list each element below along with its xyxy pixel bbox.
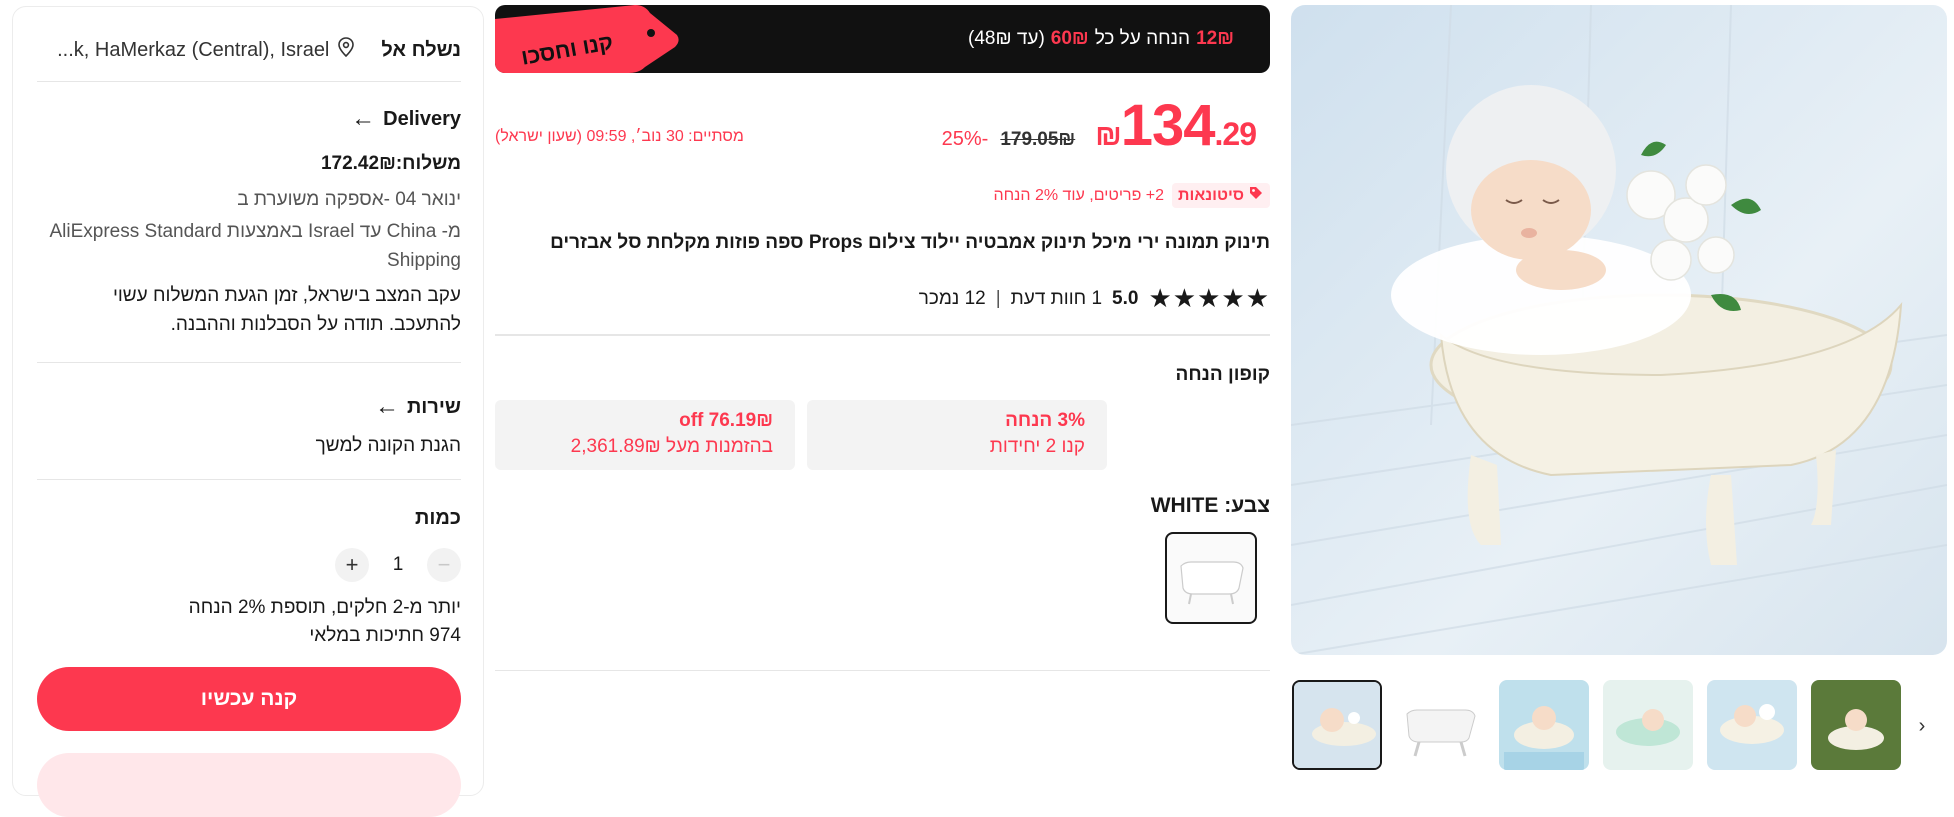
- quantity-label: כמות: [415, 507, 461, 529]
- price-whole: 134: [1120, 93, 1216, 158]
- coupon-card[interactable]: 76.19₪ off בהזמנות מעל 2,361.89₪: [495, 400, 795, 470]
- current-price: ₪134.29: [1087, 92, 1257, 159]
- divider: [37, 81, 461, 82]
- color-swatch-white[interactable]: [1165, 532, 1257, 624]
- coupon-value: 76.19₪ off: [679, 410, 773, 431]
- wholesale-row: סיטונאות 2+ פריטים, עוד 2% הנחה: [993, 183, 1270, 208]
- arrow-left-icon: ←: [351, 105, 376, 132]
- thumbnail-strip: [1291, 680, 1954, 772]
- promo-tag-icon: קנו וחסכו: [495, 5, 679, 73]
- thumbnail[interactable]: [1811, 680, 1901, 770]
- product-title: תינוק תמונה ירי מיכל תינוק אמבטיה יילוד …: [550, 232, 1270, 253]
- price-decimal: .29: [1214, 116, 1257, 152]
- service-title: שירות: [406, 395, 461, 418]
- original-price: 179.05₪: [1000, 129, 1076, 150]
- add-to-cart-button[interactable]: [37, 753, 461, 817]
- divider: [37, 362, 461, 363]
- coupon-card[interactable]: 3% הנחה קנו 2 יחידות: [807, 400, 1107, 470]
- thumbnail[interactable]: [1499, 680, 1589, 770]
- coupon-value: 3% הנחה: [1005, 410, 1085, 431]
- rating-row[interactable]: ★★★★★ 5.0 1 חוות דעת | 12 נמכר: [919, 283, 1270, 314]
- location-pin-icon: [337, 37, 355, 63]
- thumbnail-image: [1811, 680, 1901, 770]
- product-info: קנו וחסכו 12₪ הנחה על כל 60₪ (עד 48₪) ₪1…: [495, 0, 1270, 773]
- stock-count: 974 חתיכות במלאי: [309, 625, 461, 646]
- coupon-condition: קנו 2 יחידות: [989, 436, 1085, 457]
- service-header[interactable]: ← שירות: [37, 395, 461, 419]
- ship-to-label: נשלח אל: [381, 38, 461, 61]
- quantity-title: כמות: [37, 507, 461, 530]
- purchase-panel: ...k, HaMerkaz (Central), Israel נשלח אל…: [12, 6, 484, 817]
- bathtub-thumbnail-icon: [1180, 561, 1244, 605]
- promo-text: 12₪ הנחה על כל 60₪ (עד 48₪): [968, 5, 1234, 73]
- product-main-image[interactable]: [1291, 5, 1947, 655]
- quantity-value[interactable]: 1: [383, 554, 413, 576]
- promo-text-mid: הנחה על כל: [1094, 28, 1191, 49]
- thumbnail-image: [1499, 680, 1589, 770]
- review-count[interactable]: 1 חוות דעת: [1011, 288, 1102, 310]
- wholesale-badge: סיטונאות: [1172, 183, 1270, 208]
- discount-percent: -25%: [941, 128, 989, 150]
- star-rating-icon: ★★★★★: [1148, 283, 1270, 313]
- thumbnail[interactable]: [1707, 680, 1797, 770]
- thumbnail[interactable]: [1395, 680, 1485, 770]
- wholesale-badge-label: סיטונאות: [1178, 186, 1244, 204]
- promo-threshold: 60₪: [1050, 28, 1089, 49]
- buy-now-button[interactable]: קנה עכשיו: [37, 667, 461, 731]
- quantity-plus-button[interactable]: +: [335, 548, 369, 582]
- arrow-left-icon: ←: [374, 393, 399, 420]
- delivery-notice: עקב המצב בישראל, זמן הגעת המשלוח עשוי לה…: [112, 285, 461, 335]
- promo-cap: (עד 48₪): [967, 28, 1045, 49]
- quantity-discount-note: יותר מ-2 חלקים, תוספת 2% הנחה: [188, 597, 461, 618]
- divider: [495, 670, 1270, 671]
- thumbnail-image: [1707, 680, 1797, 770]
- baby-bathtub-photo: [1291, 5, 1947, 655]
- color-label: צבע: WHITE: [1150, 494, 1270, 517]
- delivery-title: Delivery: [383, 107, 461, 130]
- coupon-title: קופון הנחה: [1175, 364, 1270, 385]
- ship-to-location[interactable]: ...k, HaMerkaz (Central), Israel: [57, 39, 329, 62]
- sale-ends: מסתיים: 30 נוב׳, 09:59 (שעון ישראל): [495, 128, 744, 145]
- rating-value: 5.0: [1112, 287, 1139, 309]
- thumbnail-image: [1395, 680, 1485, 770]
- separator: |: [995, 287, 1001, 309]
- quantity-minus-button[interactable]: −: [427, 548, 461, 582]
- ship-to-row[interactable]: ...k, HaMerkaz (Central), Israel נשלח אל: [37, 31, 461, 69]
- tag-icon: [1248, 185, 1264, 206]
- chevron-right-icon[interactable]: ›: [1905, 709, 1939, 743]
- promo-banner[interactable]: קנו וחסכו 12₪ הנחה על כל 60₪ (עד 48₪): [495, 5, 1270, 73]
- thumbnail-image: [1603, 680, 1693, 770]
- delivery-estimate: ינואר 04 -אספקה משוערת ב: [237, 189, 461, 210]
- delivery-header[interactable]: ← Delivery: [37, 107, 461, 131]
- divider: [37, 479, 461, 480]
- shipping-route: מ- China עד Israel באמצעות AliExpress St…: [49, 221, 462, 271]
- thumbnail[interactable]: [1603, 680, 1693, 770]
- thumbnail[interactable]: [1292, 680, 1382, 770]
- price-currency: ₪: [1095, 119, 1121, 152]
- thumbnail-image: [1294, 682, 1380, 768]
- wholesale-text: 2+ פריטים, עוד 2% הנחה: [993, 186, 1165, 204]
- shipping-cost: משלוח:172.42₪: [320, 153, 461, 174]
- coupon-condition: בהזמנות מעל 2,361.89₪: [570, 436, 773, 457]
- promo-amount: 12₪: [1196, 28, 1234, 49]
- sold-count: 12 נמכר: [918, 287, 986, 309]
- quantity-stepper: + 1 −: [37, 545, 461, 585]
- divider: [495, 334, 1270, 336]
- buyer-protection: הגנת הקונה למשך: [315, 435, 461, 456]
- price-row: ₪134.29 179.05₪ -25%: [941, 92, 1257, 159]
